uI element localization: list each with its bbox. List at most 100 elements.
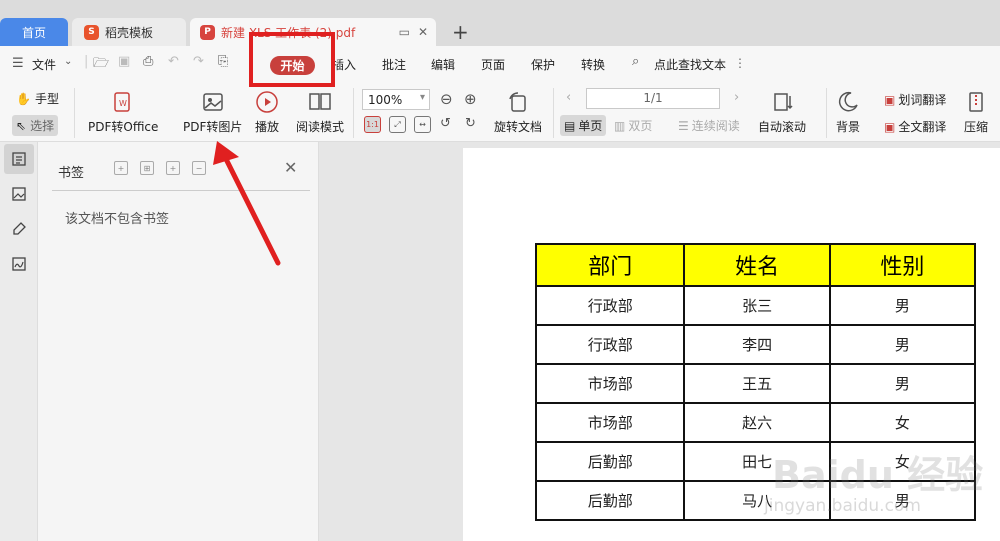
insert-bookmark-icon[interactable]: + [166,161,180,175]
tab-bar: 首页 S 稻壳模板 P 新建 XLS 工作表 (2).pdf ▭ ✕ + [0,0,1000,46]
export-icon[interactable]: ⎘ [218,54,228,69]
menu-insert[interactable]: 插入 [332,56,356,73]
menu-file[interactable]: 文件 [32,56,56,73]
tab-home-label: 首页 [21,25,46,40]
search-icon[interactable]: ⌕ [632,54,639,69]
single-page-button[interactable]: ▤ 单页 [560,115,607,136]
menu-annotate[interactable]: 批注 [382,56,406,73]
continuous-read-button[interactable]: ☰ 连续阅读 [678,117,740,134]
book-icon [308,90,332,114]
auto-scroll-label: 自动滚动 [758,120,807,134]
open-folder-icon[interactable]: 🗁 [93,54,109,76]
rotate-right-icon[interactable]: ↻ [465,116,476,131]
background-button[interactable]: 背景 [836,90,860,135]
double-page-label: 双页 [628,119,653,133]
continuous-read-label: 连续阅读 [691,119,740,133]
play-button[interactable]: 播放 [255,90,279,135]
pdf-to-office-icon: W [111,90,135,114]
page-number-input[interactable]: 1/1 [586,88,720,109]
tab-template[interactable]: S 稻壳模板 [72,18,186,46]
actual-size-icon[interactable]: 1:1 [364,116,381,133]
menu-protect[interactable]: 保护 [531,56,555,73]
menu-bar: ☰ 文件 ⌄ | 🗁 ▣ ⎙ ↶ ↷ ⎘ 开始 插入 批注 编辑 页面 保护 转… [0,46,1000,84]
select-tool[interactable]: ⇖ 选择 [12,115,59,136]
continuous-read-icon: ☰ [678,118,689,133]
undo-icon[interactable]: ↶ [168,54,179,69]
add-bookmark-icon[interactable]: + [114,161,128,175]
pdf-table: 部门 姓名 性别 行政部 张三 男 行政部 李四 男 市场部 王五 男 市场部 … [534,243,977,521]
print-icon[interactable]: ⎙ [143,54,153,69]
next-page-icon[interactable]: › [734,90,739,105]
image-icon [201,90,225,114]
table-cell: 后勤部 [534,480,686,521]
moon-icon [836,90,860,114]
pin-window-icon[interactable]: ▭ [399,25,410,39]
table-cell: 王五 [683,363,831,404]
tab-template-label: 稻壳模板 [105,25,154,40]
divider [74,88,75,138]
rotate-document-icon [506,90,530,114]
hamburger-menu-icon[interactable]: ☰ [12,56,24,71]
prev-page-icon[interactable]: ‹ [566,90,571,105]
svg-text:W: W [119,99,127,108]
rotate-document-label: 旋转文档 [494,120,543,134]
fit-width-icon[interactable]: ↔ [414,116,431,133]
pdf-to-office-button[interactable]: W PDF转Office [88,90,158,135]
zoom-select[interactable]: 100% [362,89,430,110]
full-translate-button[interactable]: ▣ 全文翻译 [884,118,946,135]
select-tool-label: 选择 [30,119,55,133]
bookmark-panel-icon[interactable] [4,144,34,174]
bookmark-pane-title: 书签 [58,166,85,181]
rotate-left-icon[interactable]: ↺ [440,116,451,131]
compress-button[interactable]: 压缩 [964,90,988,135]
fit-page-icon[interactable]: ⤢ [389,116,406,133]
zoom-in-icon[interactable]: ⊕ [464,90,477,108]
table-cell: 男 [828,363,977,404]
side-rail [0,142,38,541]
redo-icon[interactable]: ↷ [193,54,204,69]
rotate-document-button[interactable]: 旋转文档 [494,90,542,135]
table-row: 后勤部 马八 男 [534,480,977,521]
more-icon[interactable]: ⋮ [734,56,746,70]
thumbnail-panel-icon[interactable] [4,179,34,209]
auto-scroll-button[interactable]: 自动滚动 [758,90,806,135]
close-tab-icon[interactable]: ✕ [418,25,428,39]
table-row: 市场部 赵六 女 [534,402,977,443]
divider [826,88,827,138]
search-text-link[interactable]: 点此查找文本 [654,56,726,73]
table-cell: 行政部 [534,324,686,365]
full-translate-icon: ▣ [884,119,896,134]
table-cell: 后勤部 [534,441,686,482]
zoom-out-icon[interactable]: ⊖ [440,90,453,108]
read-mode-button[interactable]: 阅读模式 [296,90,344,135]
tab-home[interactable]: 首页 [0,18,68,46]
word-translate-button[interactable]: ▣ 划词翻译 [884,91,946,108]
hand-icon: ✋ [16,91,31,106]
bookmark-pane: 书签 + ⊞ + − ✕ 该文档不包含书签 [38,142,319,541]
play-label: 播放 [255,120,280,134]
add-child-bookmark-icon[interactable]: ⊞ [140,161,154,175]
table-cell: 男 [828,285,977,326]
table-cell: 市场部 [534,363,686,404]
double-page-button[interactable]: ▥ 双页 [614,117,652,134]
pdf-to-image-button[interactable]: PDF转图片 [183,90,242,135]
new-tab-button[interactable]: + [452,20,469,44]
ribbon-toolbar: ✋ 手型 ⇖ 选择 W PDF转Office PDF转图片 播放 阅读模式 10… [0,84,1000,142]
signature-panel-icon[interactable] [4,249,34,279]
chevron-down-icon[interactable]: ⌄ [64,56,72,67]
divider: | [84,54,89,69]
close-pane-icon[interactable]: ✕ [284,158,297,177]
table-row: 行政部 李四 男 [534,324,977,365]
table-cell: 田七 [683,441,831,482]
delete-bookmark-icon[interactable]: − [192,161,206,175]
header-cell: 姓名 [683,243,831,287]
menu-page[interactable]: 页面 [481,56,505,73]
hand-tool[interactable]: ✋ 手型 [16,90,59,107]
menu-edit[interactable]: 编辑 [431,56,455,73]
table-cell: 马八 [683,480,831,521]
header-cell: 部门 [534,243,686,287]
document-viewport[interactable]: 部门 姓名 性别 行政部 张三 男 行政部 李四 男 市场部 王五 男 市场部 … [320,142,1000,541]
menu-convert[interactable]: 转换 [581,56,605,73]
annotation-panel-icon[interactable] [4,214,34,244]
save-icon[interactable]: ▣ [118,54,130,69]
